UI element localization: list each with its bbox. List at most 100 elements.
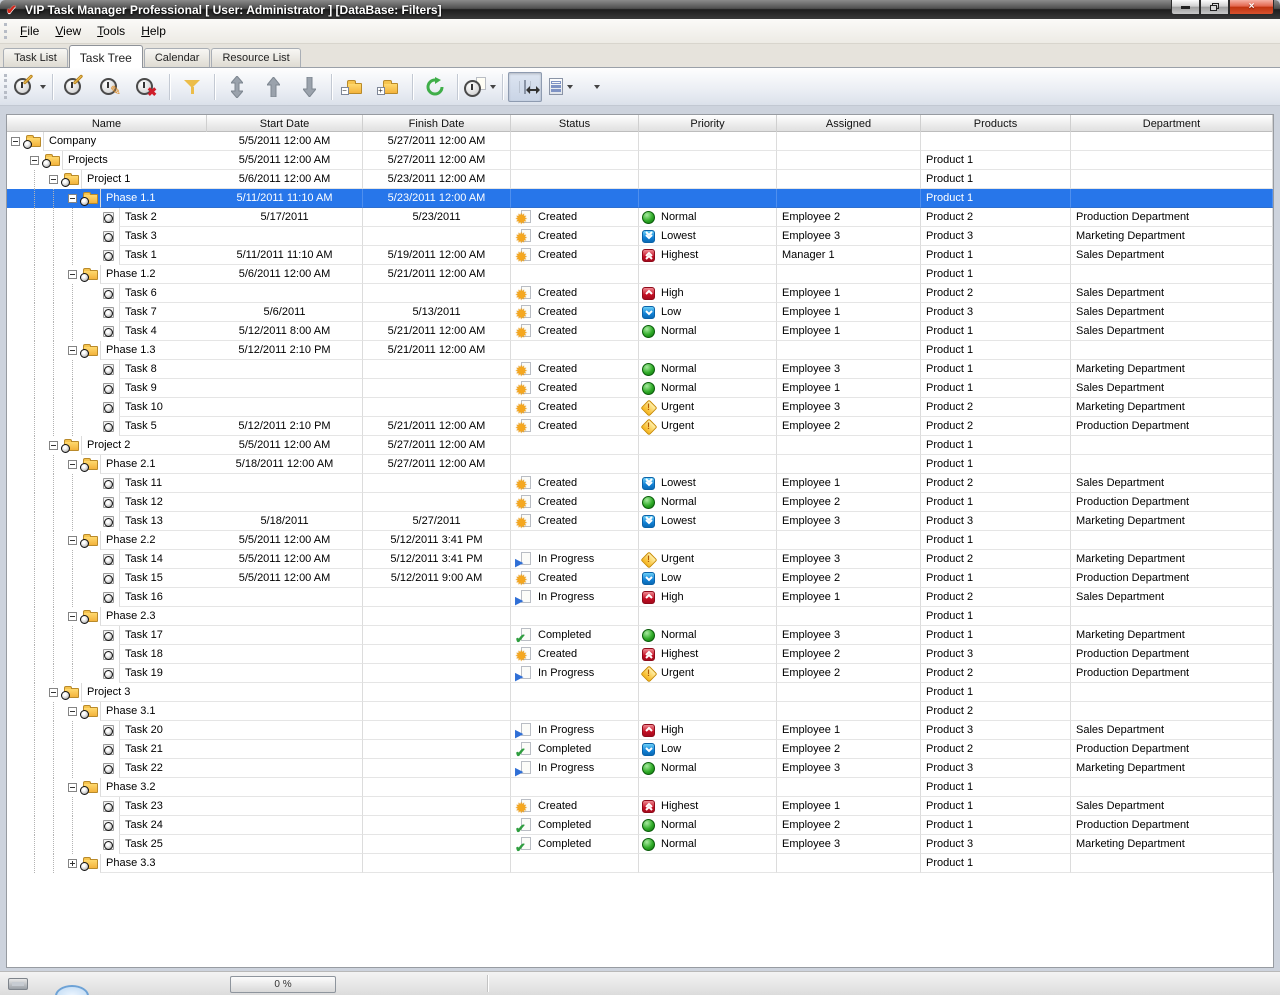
folder-clock-icon <box>64 441 79 451</box>
tree-task-row-task-10[interactable]: Task 10✹Created!UrgentEmployee 3Product … <box>7 398 1273 417</box>
restore-button[interactable] <box>1200 0 1229 15</box>
toolbar-overflow-button[interactable] <box>580 72 614 102</box>
collapse-node-icon[interactable] <box>68 270 77 279</box>
collapse-node-icon[interactable] <box>11 137 20 146</box>
priority-label: Lowest <box>661 230 696 242</box>
expand-node-icon[interactable] <box>68 859 77 868</box>
column-header-department[interactable]: Department <box>1071 115 1273 132</box>
start-date-cell: 5/18/2011 12:00 AM <box>207 455 363 474</box>
products-cell: Product 1 <box>921 626 1071 645</box>
menu-item-view[interactable]: View <box>47 21 89 41</box>
tree-task-row-task-24[interactable]: Task 24✔CompletedNormalEmployee 2Product… <box>7 816 1273 835</box>
collapse-node-icon[interactable] <box>30 156 39 165</box>
tree-task-row-task-16[interactable]: Task 16▶In ProgressHighEmployee 1Product… <box>7 588 1273 607</box>
tree-task-row-task-25[interactable]: Task 25✔CompletedNormalEmployee 3Product… <box>7 835 1273 854</box>
collapse-node-icon[interactable] <box>49 441 58 450</box>
menu-item-help[interactable]: Help <box>133 21 174 41</box>
close-button[interactable]: × <box>1229 0 1274 15</box>
tree-group-row-project-1[interactable]: Project 15/6/2011 12:00 AM5/23/2011 12:0… <box>7 170 1273 189</box>
expand-all-button[interactable]: + <box>373 72 407 102</box>
tree-task-row-task-17[interactable]: Task 17✔CompletedNormalEmployee 3Product… <box>7 626 1273 645</box>
funnel-icon <box>183 78 201 96</box>
tree-task-row-task-14[interactable]: Task 145/5/2011 12:00 AM5/12/2011 3:41 P… <box>7 550 1273 569</box>
tab-resource-list[interactable]: Resource List <box>211 48 300 67</box>
tree-task-row-task-23[interactable]: Task 23✹CreatedHighestEmployee 1Product … <box>7 797 1273 816</box>
collapse-all-button[interactable]: − <box>337 72 371 102</box>
tree-indent <box>7 398 119 417</box>
tree-task-row-task-3[interactable]: Task 3✹CreatedLowestEmployee 3Product 3M… <box>7 227 1273 246</box>
tab-task-list[interactable]: Task List <box>3 48 68 67</box>
column-header-priority[interactable]: Priority <box>639 115 777 132</box>
status-cell <box>511 455 639 474</box>
tree-group-row-phase-1.2[interactable]: Phase 1.25/6/2011 12:00 AM5/21/2011 12:0… <box>7 265 1273 284</box>
tree-task-row-task-5[interactable]: Task 55/12/2011 2:10 PM5/21/2011 12:00 A… <box>7 417 1273 436</box>
move-up-button[interactable] <box>256 72 290 102</box>
column-header-products[interactable]: Products <box>921 115 1071 132</box>
delete-task-button[interactable]: ✖ <box>130 72 164 102</box>
tree-group-row-company[interactable]: Company5/5/2011 12:00 AM5/27/2011 12:00 … <box>7 132 1273 151</box>
collapse-node-icon[interactable] <box>68 783 77 792</box>
collapse-node-icon[interactable] <box>49 175 58 184</box>
tree-group-row-projects[interactable]: Projects5/5/2011 12:00 AM5/27/2011 12:00… <box>7 151 1273 170</box>
new-task-button[interactable] <box>13 72 47 102</box>
tree-group-row-phase-1.3[interactable]: Phase 1.35/12/2011 2:10 PM5/21/2011 12:0… <box>7 341 1273 360</box>
minimize-button[interactable] <box>1171 0 1200 15</box>
menu-item-tools[interactable]: Tools <box>89 21 133 41</box>
tree-task-row-task-21[interactable]: Task 21✔CompletedLowEmployee 2Product 2P… <box>7 740 1273 759</box>
tree-task-row-task-19[interactable]: Task 19▶In Progress!UrgentEmployee 2Prod… <box>7 664 1273 683</box>
refresh-button[interactable] <box>418 72 452 102</box>
column-header-finish-date[interactable]: Finish Date <box>363 115 511 132</box>
collapse-node-icon[interactable] <box>68 346 77 355</box>
tree-group-row-phase-2.2[interactable]: Phase 2.25/5/2011 12:00 AM5/12/2011 3:41… <box>7 531 1273 550</box>
tree-task-row-task-12[interactable]: Task 12✹CreatedNormalEmployee 2Product 1… <box>7 493 1273 512</box>
collapse-node-icon[interactable] <box>68 612 77 621</box>
new-subtask-button[interactable] <box>58 72 92 102</box>
status-label: Completed <box>538 819 591 831</box>
edit-task-button[interactable]: ✎ <box>94 72 128 102</box>
tree-task-row-task-11[interactable]: Task 11✹CreatedLowestEmployee 1Product 2… <box>7 474 1273 493</box>
tree-task-row-task-6[interactable]: Task 6✹CreatedHighEmployee 1Product 2Sal… <box>7 284 1273 303</box>
collapse-node-icon[interactable] <box>68 536 77 545</box>
tree-task-row-task-13[interactable]: Task 135/18/20115/27/2011✹CreatedLowestE… <box>7 512 1273 531</box>
customize-columns-button[interactable] <box>544 72 578 102</box>
collapse-node-icon[interactable] <box>68 707 77 716</box>
tree-task-row-task-9[interactable]: Task 9✹CreatedNormalEmployee 1Product 1S… <box>7 379 1273 398</box>
tree-group-row-phase-1.1[interactable]: Phase 1.15/11/2011 11:10 AM5/23/2011 12:… <box>7 189 1273 208</box>
collapse-node-icon[interactable] <box>49 688 58 697</box>
tree-group-row-phase-3.2[interactable]: Phase 3.2Product 1 <box>7 778 1273 797</box>
column-header-status[interactable]: Status <box>511 115 639 132</box>
collapse-node-icon[interactable] <box>68 460 77 469</box>
tree-task-row-task-15[interactable]: Task 155/5/2011 12:00 AM5/12/2011 9:00 A… <box>7 569 1273 588</box>
column-header-assigned[interactable]: Assigned <box>777 115 921 132</box>
tree-task-row-task-18[interactable]: Task 18✹CreatedHighestEmployee 2Product … <box>7 645 1273 664</box>
collapse-node-icon[interactable] <box>68 194 77 203</box>
column-header-start-date[interactable]: Start Date <box>207 115 363 132</box>
toolbar-drag-handle[interactable] <box>4 74 7 100</box>
tree-task-row-task-8[interactable]: Task 8✹CreatedNormalEmployee 3Product 1M… <box>7 360 1273 379</box>
tree-group-row-phase-2.3[interactable]: Phase 2.3Product 1 <box>7 607 1273 626</box>
menu-drag-handle[interactable] <box>4 23 7 40</box>
duplicate-task-button[interactable] <box>463 72 497 102</box>
tree-task-row-task-7[interactable]: Task 75/6/20115/13/2011✹CreatedLowEmploy… <box>7 303 1273 322</box>
tree-group-row-phase-3.1[interactable]: Phase 3.1Product 2 <box>7 702 1273 721</box>
status-label: Created <box>538 306 577 318</box>
filter-button[interactable] <box>175 72 209 102</box>
tab-task-tree[interactable]: Task Tree <box>69 45 143 68</box>
move-task-button[interactable] <box>220 72 254 102</box>
column-header-name[interactable]: Name <box>7 115 207 132</box>
tab-calendar[interactable]: Calendar <box>144 48 211 67</box>
tree-task-row-task-22[interactable]: Task 22▶In ProgressNormalEmployee 3Produ… <box>7 759 1273 778</box>
fit-columns-button[interactable] <box>508 72 542 102</box>
tree-task-row-task-4[interactable]: Task 45/12/2011 8:00 AM5/21/2011 12:00 A… <box>7 322 1273 341</box>
tree-task-row-task-20[interactable]: Task 20▶In ProgressHighEmployee 1Product… <box>7 721 1273 740</box>
menu-item-file[interactable]: File <box>12 21 47 41</box>
move-down-button[interactable] <box>292 72 326 102</box>
tree-task-row-task-2[interactable]: Task 25/17/20115/23/2011✹CreatedNormalEm… <box>7 208 1273 227</box>
tree-group-row-phase-3.3[interactable]: Phase 3.3Product 1 <box>7 854 1273 873</box>
tree-group-row-project-2[interactable]: Project 25/5/2011 12:00 AM5/27/2011 12:0… <box>7 436 1273 455</box>
tree-group-row-phase-2.1[interactable]: Phase 2.15/18/2011 12:00 AM5/27/2011 12:… <box>7 455 1273 474</box>
name-cell: Task 17 <box>7 626 207 645</box>
tree-group-row-project-3[interactable]: Project 3Product 1 <box>7 683 1273 702</box>
tree-task-row-task-1[interactable]: Task 15/11/2011 11:10 AM5/19/2011 12:00 … <box>7 246 1273 265</box>
node-name: Task 14 <box>119 550 207 569</box>
